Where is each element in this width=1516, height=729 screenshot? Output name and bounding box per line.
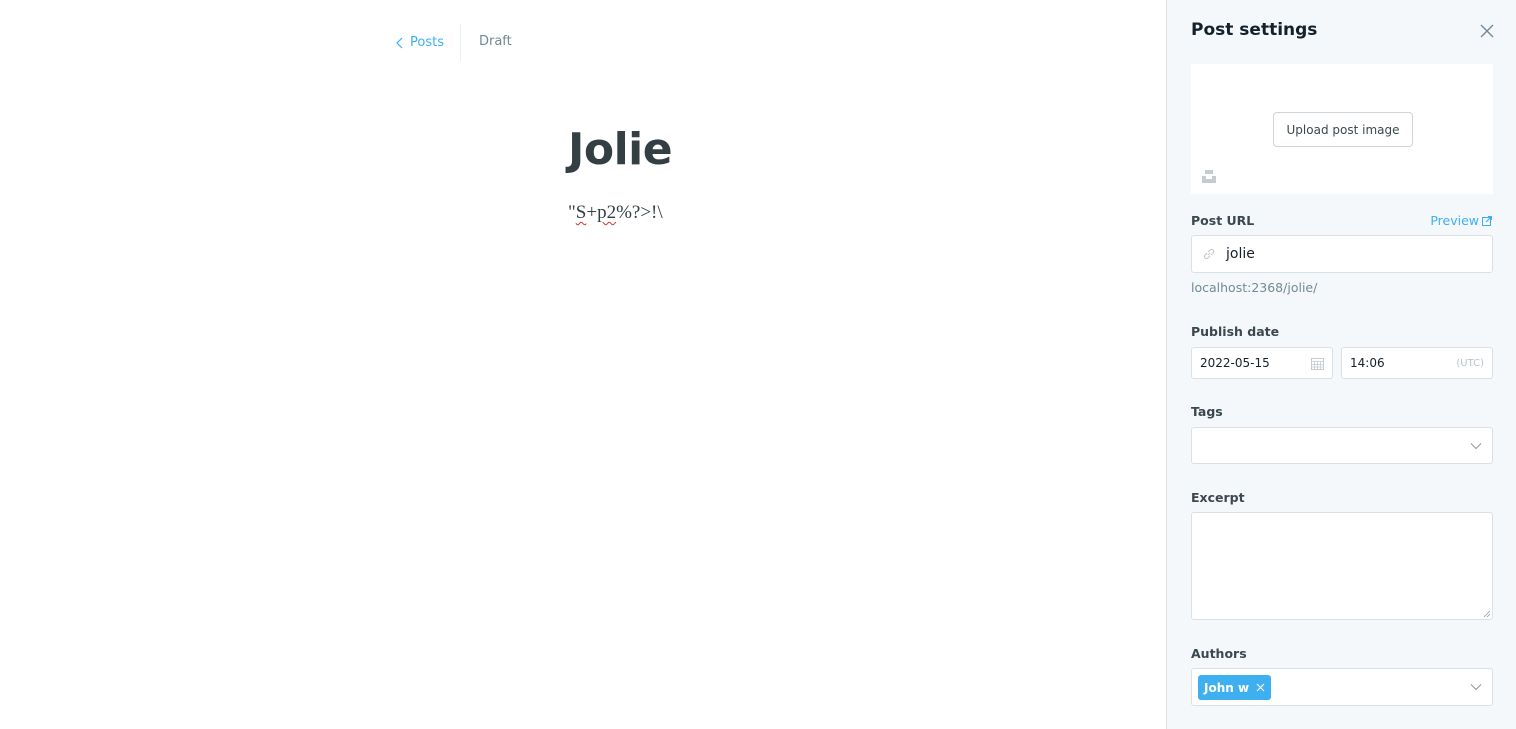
post-title[interactable]: Jolie bbox=[568, 124, 673, 175]
chevron-down-icon bbox=[1470, 442, 1482, 449]
unsplash-icon[interactable] bbox=[1201, 168, 1217, 184]
timezone-label: (UTC) bbox=[1456, 357, 1484, 369]
publish-time-input[interactable]: 14:06 (UTC) bbox=[1341, 347, 1493, 379]
preview-link[interactable]: Preview bbox=[1430, 213, 1492, 228]
body-text-1: " bbox=[568, 202, 576, 223]
upload-post-image-button[interactable]: Upload post image bbox=[1273, 112, 1413, 147]
close-icon[interactable] bbox=[1479, 22, 1495, 40]
body-text-3: %?>!\ bbox=[616, 202, 663, 223]
author-chip[interactable]: John w bbox=[1198, 675, 1272, 700]
chevron-down-icon bbox=[1470, 684, 1482, 691]
post-body[interactable]: "S+p2%?>!\ bbox=[568, 202, 663, 224]
post-url-label: Post URL bbox=[1191, 213, 1255, 228]
excerpt-label: Excerpt bbox=[1191, 490, 1245, 505]
post-image-uploader: Upload post image bbox=[1191, 64, 1493, 194]
authors-select[interactable]: John w bbox=[1191, 668, 1493, 706]
back-to-posts-link[interactable]: Posts bbox=[392, 24, 461, 61]
post-url-input[interactable]: jolie bbox=[1191, 235, 1493, 273]
resize-handle-icon[interactable] bbox=[1483, 610, 1491, 618]
tags-select[interactable] bbox=[1191, 427, 1493, 464]
post-status: Draft bbox=[478, 34, 512, 49]
publish-date-input[interactable]: 2022-05-15 bbox=[1191, 347, 1333, 379]
excerpt-textarea[interactable] bbox=[1191, 512, 1493, 620]
tags-label: Tags bbox=[1191, 404, 1223, 419]
link-icon bbox=[1203, 248, 1215, 260]
publish-date-value: 2022-05-15 bbox=[1200, 356, 1270, 370]
post-slug: jolie bbox=[1226, 246, 1255, 262]
chevron-left-icon bbox=[396, 37, 403, 48]
post-settings-panel: Post settings Upload post image Post URL… bbox=[1166, 0, 1516, 729]
authors-label: Authors bbox=[1191, 646, 1247, 661]
remove-author-icon[interactable] bbox=[1256, 683, 1265, 692]
publish-date-label: Publish date bbox=[1191, 324, 1280, 339]
external-link-icon bbox=[1482, 215, 1492, 226]
author-name: John w bbox=[1204, 680, 1250, 695]
publish-time-value: 14:06 bbox=[1350, 356, 1385, 370]
preview-label: Preview bbox=[1430, 213, 1479, 228]
body-misspelled-2: p2 bbox=[597, 202, 617, 223]
editor-topbar: Posts Draft bbox=[392, 24, 512, 61]
calendar-icon[interactable] bbox=[1311, 357, 1324, 370]
editor-area: Posts Draft Jolie "S+p2%?>!\ bbox=[0, 0, 1166, 729]
post-url-help: localhost:2368/jolie/ bbox=[1191, 280, 1318, 295]
panel-title: Post settings bbox=[1191, 20, 1318, 40]
body-text-2: + bbox=[586, 202, 598, 223]
body-misspelled-1: S bbox=[575, 202, 587, 223]
back-link-label: Posts bbox=[410, 35, 444, 50]
